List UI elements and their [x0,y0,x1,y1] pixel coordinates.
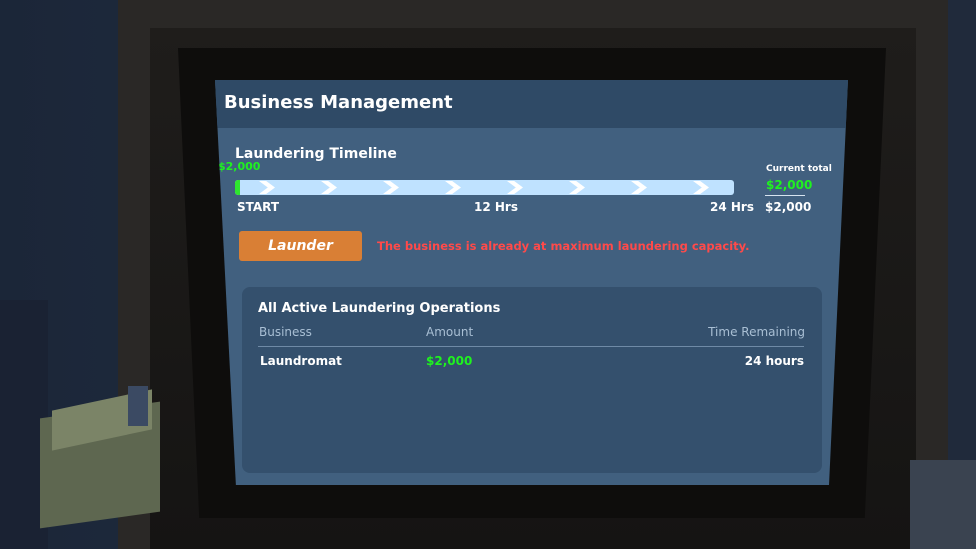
timeline-chevron-icon [383,181,399,194]
active-operations-panel: All Active Laundering Operations Busines… [242,287,822,473]
timeline-start-amount: $2,000 [218,160,261,173]
business-management-screen: Business Management Laundering Timeline … [215,80,848,485]
timeline-tick-24hrs: 24 Hrs [710,200,754,214]
row-amount: $2,000 [426,354,473,368]
timeline-chevron-icon [693,181,709,194]
timeline-tick-12hrs: 12 Hrs [474,200,518,214]
timeline-tick-start: START [237,200,280,214]
column-header-amount: Amount [426,325,474,339]
launder-button[interactable]: Launder [239,231,362,261]
timeline-chevron-icon [259,181,275,194]
timeline-chevron-icon [321,181,337,194]
operations-title: All Active Laundering Operations [258,301,501,316]
timeline-chevron-icon [507,181,523,194]
timeline-chevron-icon [445,181,461,194]
column-header-business: Business [259,325,312,339]
timeline-progress-fill [235,180,240,195]
timeline-chevron-icon [569,181,585,194]
floor-right [910,460,976,549]
error-message: The business is already at maximum laund… [377,239,750,253]
game-scene: Business Management Laundering Timeline … [0,0,976,549]
laundering-timeline-bar [235,180,734,195]
timeline-chevron-icon [631,181,647,194]
cash-tag [128,386,148,426]
current-total-value: $2,000 [765,200,812,214]
row-time-remaining: 24 hours [744,354,804,368]
page-title: Business Management [224,92,453,113]
current-total-label: Current total [766,164,832,174]
column-header-time-remaining: Time Remaining [708,325,805,339]
current-total-pending: $2,000 [766,178,813,192]
current-total-divider [765,195,805,196]
table-header-divider [258,346,804,347]
screen-header: Business Management [215,80,848,128]
row-business: Laundromat [260,354,342,368]
